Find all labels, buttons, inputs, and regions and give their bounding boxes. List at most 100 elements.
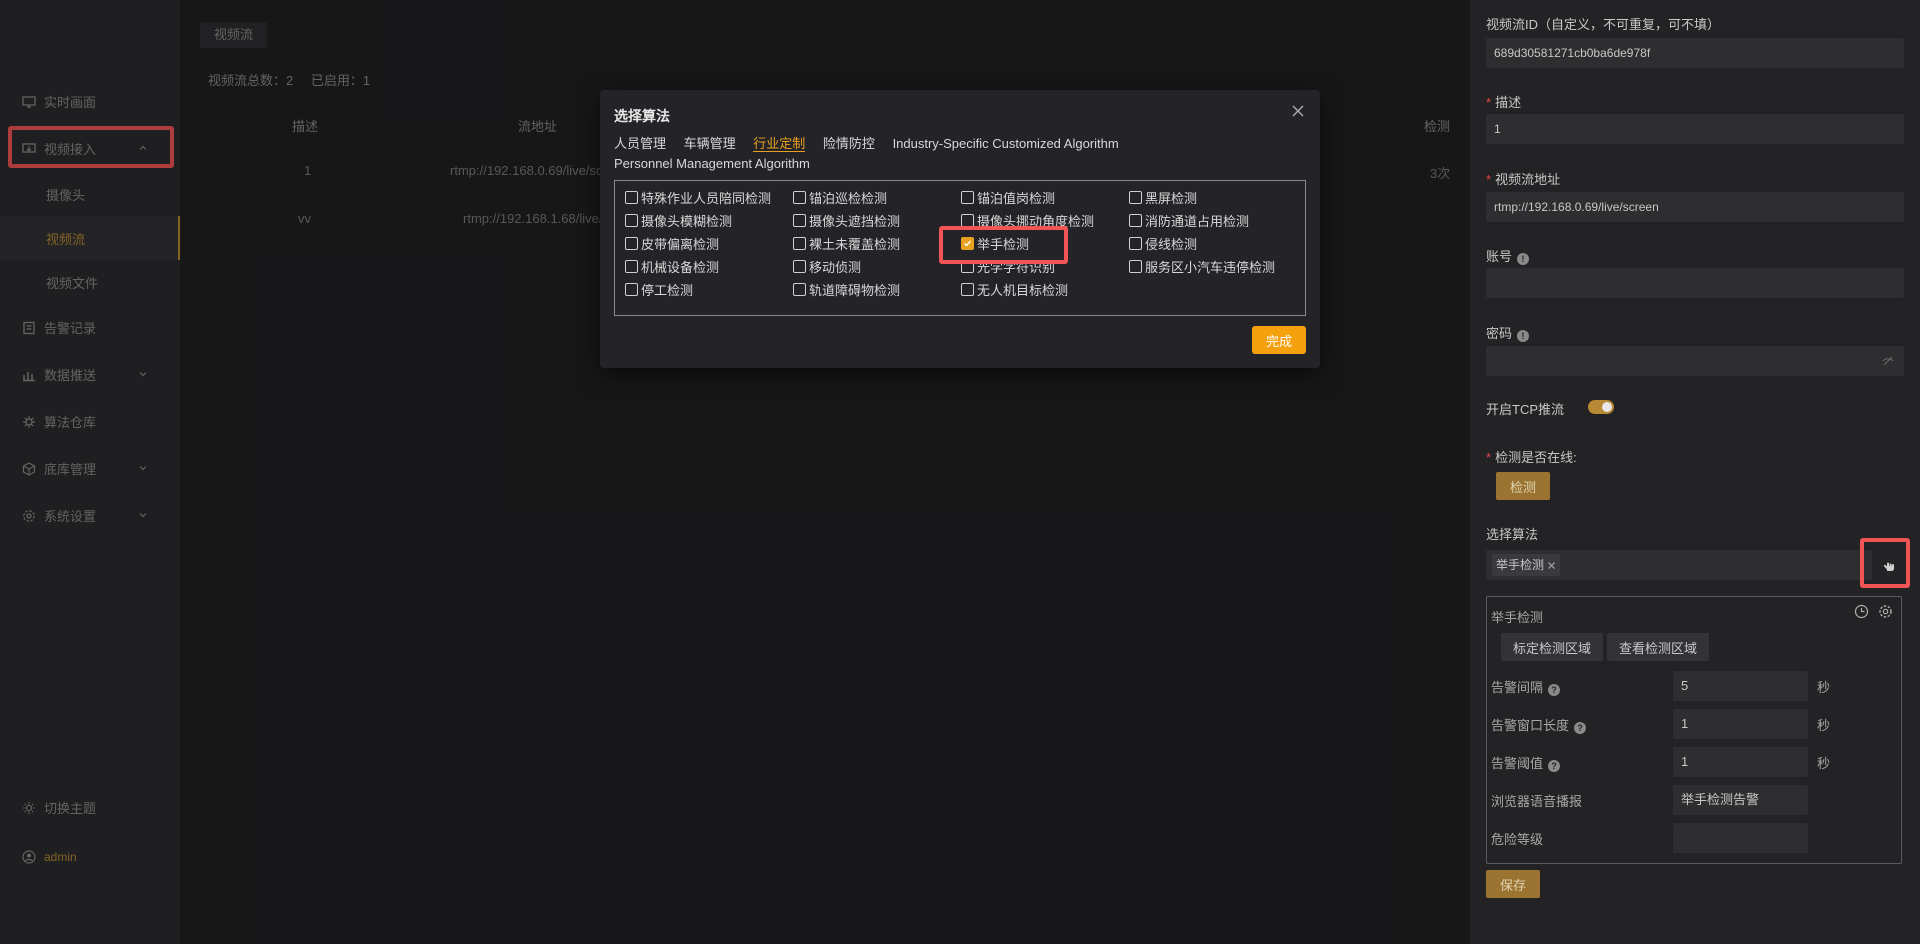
- algorithm-option[interactable]: 锚泊巡检检测: [793, 189, 961, 206]
- desc-input[interactable]: 1: [1486, 114, 1904, 144]
- clock-icon[interactable]: [1854, 604, 1869, 619]
- tab-personnel[interactable]: 人员管理: [614, 136, 666, 151]
- checkbox[interactable]: [1129, 236, 1142, 250]
- checkbox[interactable]: [793, 190, 806, 204]
- checkbox[interactable]: [1129, 259, 1142, 273]
- danger-level-input[interactable]: [1673, 823, 1808, 853]
- url-label: * 视频流地址: [1486, 169, 1904, 188]
- checkbox[interactable]: [793, 259, 806, 273]
- close-icon[interactable]: [1290, 103, 1306, 119]
- window-label: 告警窗口长度?: [1491, 715, 1587, 734]
- done-button[interactable]: 完成: [1252, 326, 1306, 354]
- account-input[interactable]: [1486, 268, 1904, 298]
- threshold-input[interactable]: 1: [1673, 747, 1808, 777]
- algorithm-label: 黑屏检测: [1145, 190, 1198, 206]
- pick-algorithm-button[interactable]: [1872, 548, 1906, 582]
- algorithm-label: 轨道障碍物检测: [809, 282, 901, 298]
- interval-input[interactable]: 5: [1673, 671, 1808, 701]
- stream-id-label: 视频流ID（自定义，不可重复，可不填）: [1486, 17, 1721, 32]
- algorithm-option[interactable]: 锚泊值岗检测: [961, 189, 1129, 206]
- interval-label-text: 告警间隔: [1491, 680, 1544, 695]
- checkbox[interactable]: [625, 190, 638, 204]
- voice-input[interactable]: 举手检测告警: [1673, 785, 1808, 815]
- checkbox[interactable]: [961, 190, 974, 204]
- save-button[interactable]: 保存: [1486, 870, 1540, 898]
- checkbox[interactable]: [961, 236, 974, 250]
- algorithm-label: 摄像头挪动角度检测: [977, 213, 1095, 229]
- algorithm-option[interactable]: 摄像头遮挡检测: [793, 212, 961, 229]
- window-input[interactable]: 1: [1673, 709, 1808, 739]
- algorithm-label: 特殊作业人员陪同检测: [641, 190, 772, 206]
- checkbox[interactable]: [625, 282, 638, 296]
- checkbox[interactable]: [961, 282, 974, 296]
- desc-label: * 描述: [1486, 92, 1904, 111]
- dialog-title: 选择算法: [614, 108, 670, 124]
- password-input[interactable]: [1486, 346, 1904, 376]
- algorithm-option[interactable]: 黑屏检测: [1129, 189, 1297, 206]
- help-icon: ?: [1548, 684, 1561, 696]
- window-unit: 秒: [1817, 718, 1831, 733]
- checkbox[interactable]: [793, 236, 806, 250]
- checkbox[interactable]: [625, 236, 638, 250]
- algorithm-option[interactable]: 移动侦测: [793, 258, 961, 275]
- interval-unit: 秒: [1817, 680, 1831, 695]
- algorithm-option[interactable]: 机械设备检测: [625, 258, 793, 275]
- online-label-text: 检测是否在线:: [1495, 450, 1577, 465]
- tcp-toggle[interactable]: [1588, 400, 1614, 414]
- account-label: 账号!: [1486, 246, 1904, 265]
- checkbox[interactable]: [625, 259, 638, 273]
- app-root: 实时画面 视频接入 摄像头 视频流 视频文件 告警记录 数据推送 算法仓库 底库…: [0, 0, 1920, 944]
- algorithm-select[interactable]: 举手检测: [1486, 550, 1872, 580]
- algorithm-option[interactable]: 光学字符识别: [961, 258, 1129, 275]
- checkbox[interactable]: [961, 259, 974, 273]
- checkbox[interactable]: [961, 213, 974, 227]
- algorithm-option[interactable]: 皮带偏离检测: [625, 235, 793, 252]
- tab-personnel-en[interactable]: Personnel Management Algorithm: [614, 156, 810, 171]
- check-online-button[interactable]: 检测: [1496, 472, 1550, 500]
- desc-label-text: 描述: [1495, 95, 1522, 110]
- algorithm-option[interactable]: 举手检测: [961, 235, 1129, 252]
- url-input[interactable]: rtmp://192.168.0.69/live/screen: [1486, 192, 1904, 222]
- algorithm-label: 光学字符识别: [977, 259, 1056, 275]
- algorithm-label: 锚泊巡检检测: [809, 190, 888, 206]
- algorithm-label: 选择算法: [1486, 527, 1539, 542]
- eye-off-icon[interactable]: [1882, 355, 1894, 367]
- algorithm-label: 锚泊值岗检测: [977, 190, 1056, 206]
- selected-algorithm-tag[interactable]: 举手检测: [1492, 554, 1561, 576]
- tab-vehicle[interactable]: 车辆管理: [684, 136, 736, 151]
- algorithm-option[interactable]: 特殊作业人员陪同检测: [625, 189, 793, 206]
- algorithm-tabs: 人员管理 车辆管理 行业定制 险情防控 Industry-Specific Cu…: [614, 134, 1304, 174]
- algorithm-option[interactable]: 停工检测: [625, 281, 793, 298]
- algorithm-option[interactable]: 消防通道占用检测: [1129, 212, 1297, 229]
- tcp-label: 开启TCP推流: [1486, 402, 1565, 417]
- algorithm-option[interactable]: 侵线检测: [1129, 235, 1297, 252]
- algorithm-label: 侵线检测: [1145, 236, 1198, 252]
- checkbox[interactable]: [625, 213, 638, 227]
- help-icon: !: [1517, 330, 1530, 342]
- tab-hazard[interactable]: 险情防控: [823, 136, 875, 151]
- gear-icon[interactable]: [1878, 604, 1893, 619]
- checkbox[interactable]: [793, 213, 806, 227]
- required-mark: *: [1486, 172, 1492, 187]
- url-label-text: 视频流地址: [1495, 172, 1561, 187]
- algorithm-option[interactable]: 无人机目标检测: [961, 281, 1129, 298]
- calibrate-region-button[interactable]: 标定检测区域: [1501, 633, 1604, 661]
- algorithm-option[interactable]: 服务区小汽车违停检测: [1129, 258, 1297, 275]
- checkbox[interactable]: [1129, 213, 1142, 227]
- checkbox[interactable]: [793, 282, 806, 296]
- tab-industry-en[interactable]: Industry-Specific Customized Algorithm: [893, 136, 1119, 151]
- required-mark: *: [1486, 95, 1492, 110]
- account-label-text: 账号: [1486, 249, 1513, 264]
- hand-pointer-icon: [1883, 562, 1894, 571]
- algorithm-label: 停工检测: [641, 282, 694, 298]
- algorithm-option[interactable]: 轨道障碍物检测: [793, 281, 961, 298]
- algorithm-label: 裸土未覆盖检测: [809, 236, 901, 252]
- algorithm-option[interactable]: 摄像头挪动角度检测: [961, 212, 1129, 229]
- close-icon[interactable]: [1547, 561, 1556, 570]
- tab-industry[interactable]: 行业定制: [753, 136, 806, 152]
- view-region-button[interactable]: 查看检测区域: [1607, 633, 1710, 661]
- algorithm-option[interactable]: 摄像头模糊检测: [625, 212, 793, 229]
- stream-id-input[interactable]: 689d30581271cb0ba6de978f: [1486, 38, 1904, 68]
- algorithm-option[interactable]: 裸土未覆盖检测: [793, 235, 961, 252]
- checkbox[interactable]: [1129, 190, 1142, 204]
